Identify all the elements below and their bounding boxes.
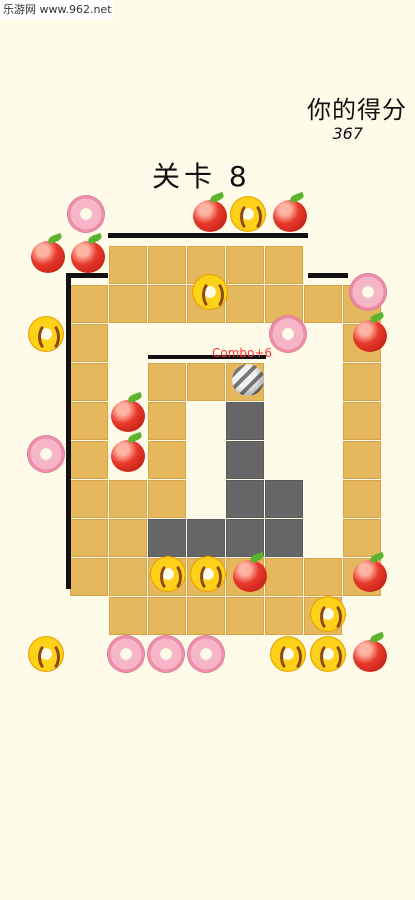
floor-tile [109, 480, 147, 518]
apple-icon [230, 554, 270, 594]
floor-tile [343, 519, 381, 557]
apple-icon [108, 434, 148, 474]
floor-tile [304, 285, 342, 323]
floor-tile [70, 480, 108, 518]
floor-tile [70, 402, 108, 440]
painted-tile [265, 519, 303, 557]
floor-tile [226, 597, 264, 635]
wall-edge [66, 273, 71, 589]
pink-donut-icon [106, 634, 146, 674]
floor-tile [148, 246, 186, 284]
floor-tile [148, 402, 186, 440]
pink-donut-icon [348, 272, 388, 312]
painted-tile [148, 519, 186, 557]
yellow-donut-icon [190, 272, 230, 312]
yellow-donut-icon [308, 594, 348, 634]
floor-tile [343, 363, 381, 401]
floor-tile [265, 558, 303, 596]
yellow-donut-icon [148, 554, 188, 594]
floor-tile [226, 246, 264, 284]
floor-tile [187, 597, 225, 635]
floor-tile [148, 441, 186, 479]
painted-tile [226, 402, 264, 440]
floor-tile [343, 402, 381, 440]
floor-tile [70, 285, 108, 323]
yellow-donut-icon [26, 634, 66, 674]
apple-icon [28, 235, 68, 275]
floor-tile [70, 519, 108, 557]
game-board[interactable] [0, 0, 415, 900]
floor-tile [109, 519, 147, 557]
floor-tile [148, 480, 186, 518]
pink-donut-icon [26, 434, 66, 474]
floor-tile [109, 285, 147, 323]
floor-tile [109, 246, 147, 284]
apple-icon [350, 554, 390, 594]
pink-donut-icon [146, 634, 186, 674]
floor-tile [148, 597, 186, 635]
floor-tile [70, 363, 108, 401]
yellow-donut-icon [228, 194, 268, 234]
floor-tile [70, 441, 108, 479]
wall-edge [308, 273, 348, 278]
floor-tile [265, 246, 303, 284]
apple-icon [350, 314, 390, 354]
floor-tile [109, 558, 147, 596]
painted-tile [226, 480, 264, 518]
apple-icon [190, 194, 230, 234]
floor-tile [70, 558, 108, 596]
floor-tile [187, 363, 225, 401]
painted-tile [226, 441, 264, 479]
painted-tile [187, 519, 225, 557]
pink-donut-icon [66, 194, 106, 234]
floor-tile [70, 324, 108, 362]
painted-tile [265, 480, 303, 518]
yellow-donut-icon [268, 634, 308, 674]
apple-icon [350, 634, 390, 674]
apple-icon [68, 235, 108, 275]
apple-icon [270, 194, 310, 234]
pink-donut-icon [268, 314, 308, 354]
painted-tile [226, 519, 264, 557]
floor-tile [148, 363, 186, 401]
floor-tile [343, 480, 381, 518]
floor-tile [343, 441, 381, 479]
striped-ball-icon[interactable] [232, 364, 264, 396]
pink-donut-icon [186, 634, 226, 674]
floor-tile [109, 597, 147, 635]
floor-tile [148, 285, 186, 323]
floor-tile [304, 558, 342, 596]
yellow-donut-icon [308, 634, 348, 674]
apple-icon [108, 394, 148, 434]
floor-tile [265, 597, 303, 635]
yellow-donut-icon [26, 314, 66, 354]
combo-text: Combo+6 [212, 346, 273, 360]
yellow-donut-icon [188, 554, 228, 594]
floor-tile [226, 285, 264, 323]
